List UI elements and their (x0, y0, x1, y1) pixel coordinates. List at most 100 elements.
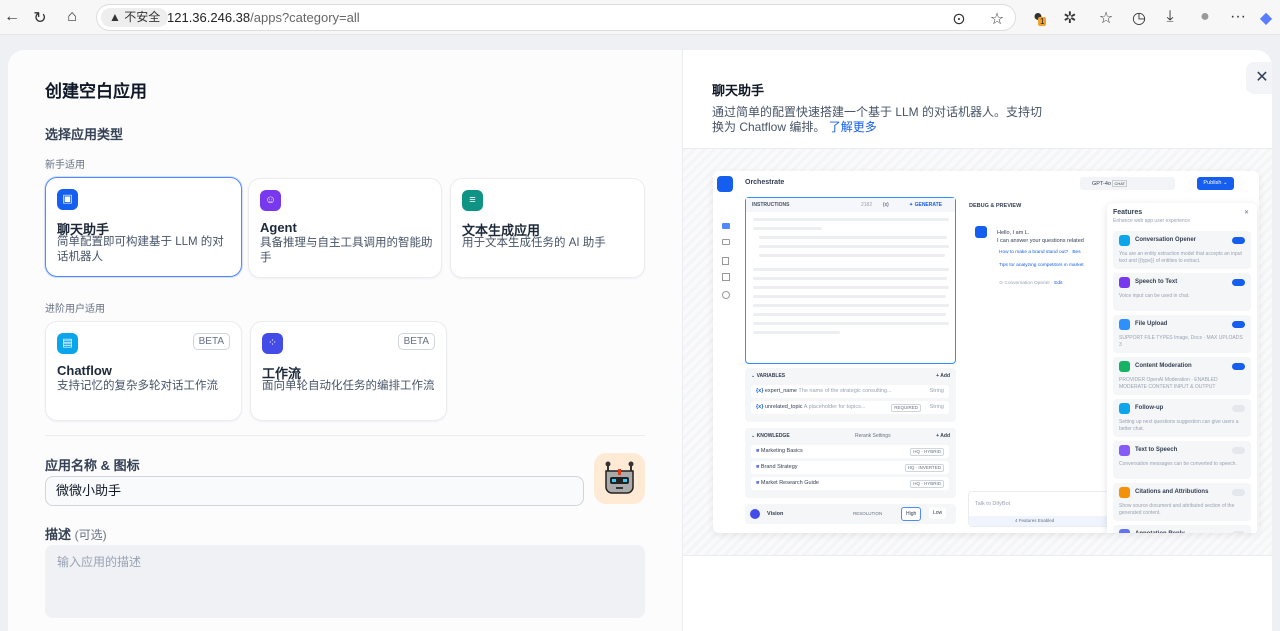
publish-button: Publish ⌄ (1197, 177, 1234, 190)
orchestrate-title: Orchestrate (745, 179, 785, 186)
card-desc: 支持记忆的复杂多轮对话工作流 (57, 380, 218, 392)
card-desc: 用于文本生成任务的 AI 助手 (462, 237, 606, 249)
card-title: Agent (260, 220, 297, 235)
features-close-icon: ✕ (1243, 210, 1249, 216)
nav-icon (722, 257, 729, 265)
feature-item: File Upload SUPPORT FILE TYPES Image, Doc… (1113, 315, 1251, 353)
history-icon[interactable]: ◷ (1129, 8, 1149, 28)
features-subtitle: Enhance web app user experience (1113, 218, 1190, 224)
preview-desc-text: 通过简单的配置快速搭建一个基于 LLM 的对话机器人。支持切换为 Chatflo… (712, 105, 1043, 134)
preview-title: 聊天助手 (712, 83, 765, 98)
description-label-text: 描述 (45, 527, 72, 542)
close-button[interactable]: ✕ (1246, 62, 1272, 94)
publish-label: Publish (1203, 180, 1222, 186)
instructions-box: INSTRUCTIONS 2182 {x} ✦ GENERATE (745, 197, 956, 364)
variables-section: ⌄ VARIABLES + Add {x} expert_name The na… (745, 368, 956, 422)
insecure-label: 不安全 (124, 10, 161, 24)
feature-icon (1119, 487, 1130, 498)
app-type-card-chatbot[interactable]: ▣ 聊天助手 简单配置即可构建基于 LLM 的对话机器人 (45, 177, 242, 277)
description-label: 描述 (可选) (45, 524, 107, 543)
feature-item: Content Moderation PROVIDER OpenAI Modera… (1113, 357, 1251, 395)
debug-title: DEBUG & PREVIEW (969, 203, 1022, 209)
menu-ellipsis-icon[interactable]: ··· (1228, 8, 1248, 26)
feature-name: Annotation Reply (1135, 531, 1185, 533)
favorites-list-icon[interactable]: ☆ (1096, 8, 1116, 28)
resolution-low: Low (929, 507, 947, 519)
instructions-count: 2182 (861, 202, 873, 208)
add-variable-button: + Add (936, 373, 950, 379)
back-icon[interactable]: ← (2, 8, 22, 26)
feature-desc: Show source document and attributed sect… (1119, 503, 1235, 516)
feature-icon (1119, 235, 1130, 246)
feature-icon (1119, 319, 1130, 330)
app-type-card-workflow[interactable]: ⁘ BETA 工作流 面向单轮自动化任务的编排工作流 (250, 321, 447, 421)
browser-toolbar: ← ↻ ⌂ ▲ 不安全 121.36.246.38/apps?category=… (0, 0, 1280, 35)
generate-button: ✦ GENERATE (909, 202, 943, 208)
knowledge-name: Marketing Basics (760, 448, 803, 454)
knowledge-row: ■ Brand Strategy HQ · INVERTED (751, 461, 949, 474)
greeting-line: Hello, I am L. (997, 230, 1030, 236)
variable-button: {x} (883, 202, 889, 208)
card-desc: 面向单轮自动化任务的编排工作流 (262, 380, 435, 392)
favorite-star-icon[interactable]: ☆ (987, 9, 1007, 29)
download-icon[interactable]: ⤓ (1160, 8, 1180, 26)
bot-logo-icon (717, 176, 733, 192)
learn-more-link[interactable]: 了解更多 (829, 120, 877, 134)
nav-icon (722, 273, 730, 281)
nav-icon (722, 223, 730, 229)
variable-type: String (929, 404, 944, 410)
opener-note-text: Conversation Opener (1004, 281, 1050, 286)
variable-row: {x} expert_name The name of the strategi… (751, 385, 949, 398)
card-desc: 具备推理与自主工具调用的智能助手 (260, 237, 433, 264)
features-title: Features (1113, 209, 1143, 216)
feature-icon (1119, 403, 1130, 414)
create-app-modal: 创建空白应用 选择应用类型 新手适用 ▣ 聊天助手 简单配置即可构建基于 LLM… (8, 50, 1272, 631)
feature-toggle (1232, 279, 1245, 286)
features-enabled-text: 4 Features Enabled (1015, 518, 1055, 523)
feature-item: Conversation Opener You are an entity ext… (1113, 231, 1251, 269)
extension-icon[interactable]: ●1 (1028, 8, 1048, 26)
vision-label: Vision (767, 511, 784, 517)
feature-toggle (1232, 237, 1245, 244)
variable-type: String (929, 388, 944, 394)
description-textarea[interactable]: 输入应用的描述 (45, 545, 645, 618)
copilot-icon[interactable]: ◆ (1256, 8, 1276, 28)
feature-desc: SUPPORT FILE TYPES Image, Docs · MAX UPL… (1119, 335, 1243, 348)
variable-name: expert_name (764, 388, 797, 394)
home-icon[interactable]: ⌂ (62, 8, 82, 26)
extensions-puzzle-icon[interactable]: ✲ (1060, 8, 1080, 28)
feature-desc: PROVIDER OpenAI Moderation · ENABLED MOD… (1119, 377, 1218, 390)
app-name-input[interactable]: 微微小助手 (45, 476, 584, 506)
address-bar[interactable]: ▲ 不安全 121.36.246.38/apps?category=all ⊙ … (96, 4, 1016, 31)
feature-name: Follow-up (1135, 405, 1164, 411)
knowledge-tag: HQ · INVERTED (904, 464, 944, 472)
app-icon-picker[interactable] (594, 453, 645, 504)
profile-avatar-icon[interactable]: ● (1195, 8, 1215, 26)
optional-hint: (可选) (74, 528, 107, 542)
variable-desc: A placeholder for topics... (803, 404, 866, 410)
refresh-icon[interactable]: ↻ (30, 8, 50, 28)
suggested-question: How to make a brand stand out? Bes (999, 250, 1081, 255)
app-type-card-text-generator[interactable]: ≡ 文本生成应用 用于文本生成任务的 AI 助手 (450, 178, 645, 278)
card-desc: 简单配置即可构建基于 LLM 的对话机器人 (57, 236, 224, 263)
security-badge[interactable]: ▲ 不安全 (101, 8, 169, 27)
feature-toggle (1232, 489, 1245, 496)
app-type-card-agent[interactable]: ☺ Agent 具备推理与自主工具调用的智能助手 (248, 178, 442, 278)
more-icon[interactable]: ⊙ (949, 9, 969, 29)
vision-section: Vision RESOLUTION High Low (745, 504, 956, 524)
preview-panel: ✕ 聊天助手 通过简单的配置快速搭建一个基于 LLM 的对话机器人。支持切换为 … (682, 50, 1272, 631)
model-selector: GPT-4o CHAT (1080, 177, 1175, 190)
knowledge-text: KNOWLEDGE (756, 433, 790, 439)
suggestion-1: How to make a brand stand out? (999, 250, 1069, 255)
feature-toggle (1232, 405, 1245, 412)
app-type-heading: 选择应用类型 (45, 127, 124, 142)
feature-item: Text to Speech Conversation messages can … (1113, 441, 1251, 479)
preview-screenshot: Orchestrate INSTRUCTIONS 2182 {x} ✦ GENE… (713, 171, 1259, 533)
generate-label: GENERATE (914, 202, 943, 208)
greeting-message: Hello, I am L. I can answer your question… (997, 229, 1107, 245)
feature-toggle (1232, 363, 1245, 370)
app-type-card-chatflow[interactable]: ▤ BETA Chatflow 支持记忆的复杂多轮对话工作流 (45, 321, 242, 421)
feature-desc: Setting up next questions suggestion can… (1119, 419, 1239, 432)
feature-item: Follow-up Setting up next questions sugge… (1113, 399, 1251, 437)
feature-item: Speech to Text Voice input can be used in… (1113, 273, 1251, 311)
